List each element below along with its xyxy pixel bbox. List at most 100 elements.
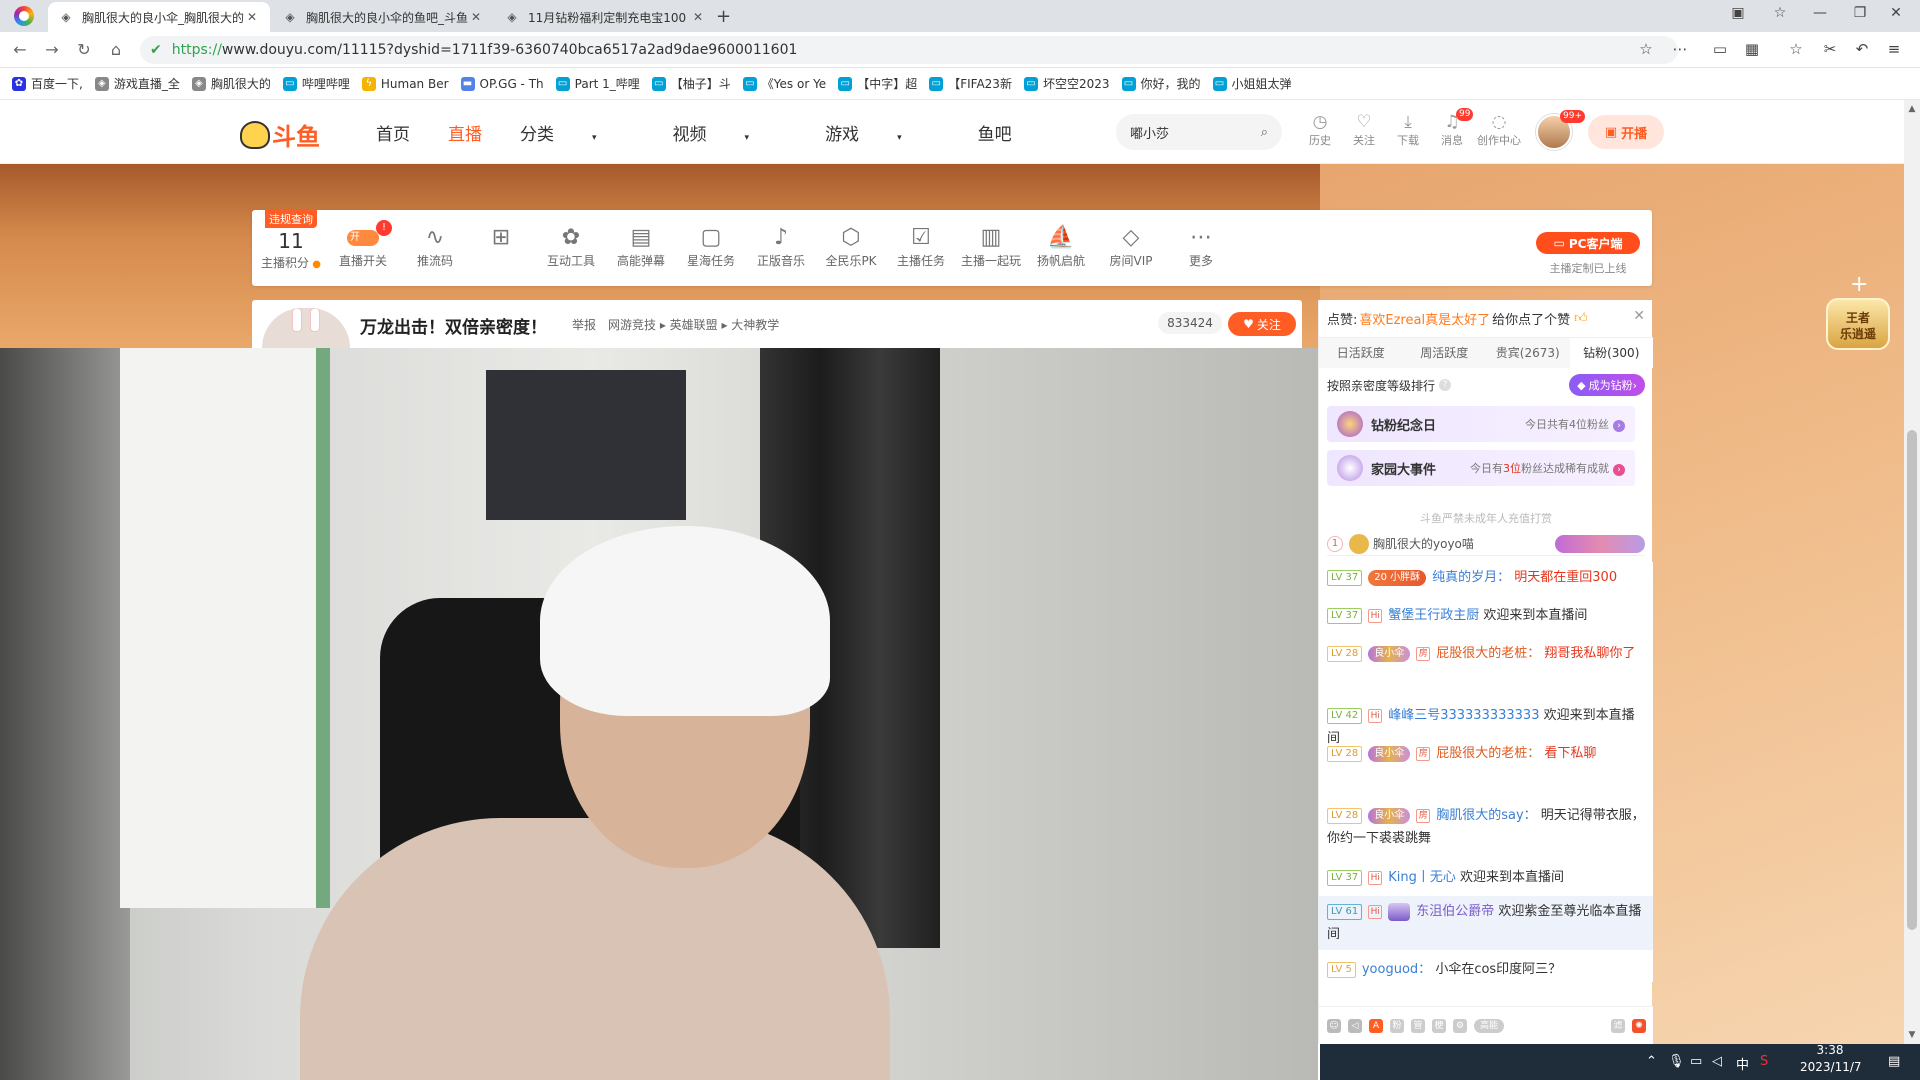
bookmark-item[interactable]: ◈ 胸肌很大的 <box>191 75 271 92</box>
new-tab-icon[interactable]: + <box>716 6 731 27</box>
chat-user-name[interactable]: 纯真的岁月： <box>1432 570 1510 585</box>
bookmark-item[interactable]: ◈ 游戏直播_全 <box>94 75 180 92</box>
microphone-icon[interactable]: 🎙︎ <box>1668 1054 1685 1069</box>
plus-icon[interactable]: + <box>1850 272 1868 297</box>
browser-tab-1[interactable]: ◈ 胸肌很大的良小伞_胸肌很大的 ✕ <box>48 2 270 32</box>
report-link[interactable]: 举报 <box>572 316 596 333</box>
nav-games[interactable]: 游戏 ▾ <box>825 120 940 145</box>
toolbar-item[interactable]: ▢ 星海任务 <box>676 224 746 269</box>
a-font-icon[interactable]: A <box>1369 1018 1383 1033</box>
system-clock[interactable]: 3:38 2023/11/7 <box>1800 1042 1862 1076</box>
follow-list-button[interactable]: ♡ 关注 <box>1346 112 1382 148</box>
live-video-player[interactable] <box>0 348 1318 1080</box>
home-icon[interactable]: ⌂ <box>106 40 126 59</box>
emoji-icon[interactable]: ☺ <box>1327 1018 1341 1033</box>
rank-row[interactable]: 1 胸肌很大的yoyo喵 <box>1327 532 1645 556</box>
page-scrollbar[interactable]: ▲ ▼ <box>1904 100 1920 1044</box>
toolbar-item[interactable]: ▥ 主播一起玩 <box>956 224 1026 269</box>
close-tab-icon[interactable]: ✕ <box>690 10 706 24</box>
high-energy-icon[interactable]: 高能 <box>1474 1018 1504 1033</box>
close-window-icon[interactable]: ✕ <box>1886 5 1906 21</box>
stamp-icon[interactable]: 梗 <box>1432 1018 1446 1033</box>
pin-icon[interactable]: ☆ <box>1770 5 1790 21</box>
search-input[interactable]: 嘟小莎 ⌕ <box>1116 114 1282 150</box>
become-fan-button[interactable]: ◆ 成为钻粉 › <box>1569 374 1645 396</box>
toolbar-item[interactable]: ∿ 推流码 <box>400 224 470 269</box>
tab-vip[interactable]: 贵宾(2673) <box>1486 338 1570 368</box>
settings-icon[interactable]: ⚙ <box>1453 1018 1467 1033</box>
toolbar-item[interactable]: ⋯ 更多 <box>1166 224 1236 269</box>
browser-tab-2[interactable]: ◈ 胸肌很大的良小伞的鱼吧_斗鱼 ✕ <box>272 2 494 32</box>
nav-video[interactable]: 视频 ▾ <box>673 120 788 145</box>
fire-icon[interactable]: ✺ <box>1632 1018 1646 1033</box>
chat-user-name[interactable]: 屁股很大的老桩： <box>1436 746 1540 761</box>
bookmark-item[interactable]: ✿ 百度一下, <box>12 75 83 92</box>
reload-icon[interactable]: ↻ <box>74 40 94 59</box>
live-switch[interactable]: 开 直播开关 ! <box>328 220 398 269</box>
undo-icon[interactable]: ↶ <box>1852 40 1872 58</box>
sidebar-icon[interactable]: ▭ <box>1710 40 1730 58</box>
chat-user-name[interactable]: 峰峰三号333333333333 <box>1388 708 1539 723</box>
bookmark-item[interactable]: ▭ 你好，我的 <box>1121 75 1201 92</box>
toolbar-item[interactable]: ☑ 主播任务 <box>886 224 956 269</box>
like-user[interactable]: 喜欢Ezreal真是太好了 <box>1359 309 1490 328</box>
tab-weekly[interactable]: 周活跃度 <box>1403 338 1487 368</box>
chat-user-name[interactable]: 胸肌很大的say： <box>1436 808 1536 823</box>
bookmark-item[interactable]: ▭ Part 1_哔哩 <box>555 75 640 92</box>
category-breadcrumb[interactable]: 网游竞技 ▸ 英雄联盟 ▸ 大神教学 <box>608 316 779 333</box>
browser-tab-3[interactable]: ◈ 11月钻粉福利定制充电宝100 ✕ <box>494 2 716 32</box>
chat-user-name[interactable]: 蟹堡王行政主厨 <box>1388 608 1479 623</box>
tab-count-icon[interactable]: ▣ <box>1728 5 1748 21</box>
toolbar-item[interactable]: ⊞ <box>466 224 536 252</box>
chevron-up-icon[interactable]: ⌃ <box>1646 1054 1657 1069</box>
bookmark-item[interactable]: ▭ 小姐姐太弹 <box>1212 75 1292 92</box>
fans-icon[interactable]: 粉 <box>1390 1018 1404 1033</box>
scroll-up-icon[interactable]: ▲ <box>1904 104 1920 114</box>
chat-user-name[interactable]: 屁股很大的老桩： <box>1436 646 1540 661</box>
history-button[interactable]: ◷ 历史 <box>1302 112 1338 148</box>
network-icon[interactable]: ▭ <box>1690 1054 1702 1069</box>
url-input[interactable]: ✔ https:// www.douyu.com/11115?dyshid=17… <box>140 36 1678 64</box>
bookmark-item[interactable]: ▭ 【柚子】斗 <box>651 75 731 92</box>
tools-icon[interactable]: ✂ <box>1820 40 1840 58</box>
search-icon[interactable]: ⌕ <box>1261 125 1268 140</box>
ime-indicator[interactable]: 中 <box>1736 1054 1749 1073</box>
tab-diamond-fans[interactable]: 钻粉(300) <box>1569 338 1653 368</box>
nav-live[interactable]: 直播 <box>448 120 482 145</box>
start-live-button[interactable]: ▣ 开播 <box>1588 115 1664 149</box>
streamer-avatar[interactable] <box>262 308 350 348</box>
toolbar-item[interactable]: ⬡ 全民乐PK <box>816 224 886 269</box>
close-icon[interactable]: ✕ <box>1633 308 1645 324</box>
diamond-anniversary-banner[interactable]: 钻粉纪念日 今日共有4位粉丝 › <box>1327 406 1635 442</box>
pc-client-button[interactable]: ▭ PC客户端 <box>1536 232 1640 254</box>
toolbar-item[interactable]: ▤ 高能弹幕 <box>606 224 676 269</box>
help-icon[interactable]: ? <box>1439 379 1452 391</box>
browser-logo-icon[interactable] <box>14 6 34 26</box>
user-avatar[interactable]: 99+ <box>1536 110 1585 150</box>
douyu-logo[interactable]: 斗鱼 <box>240 117 320 152</box>
anchor-score[interactable]: 违规查询 11 主播积分 ● <box>256 210 326 271</box>
volume-icon[interactable]: ◁ <box>1712 1054 1722 1069</box>
nav-category[interactable]: 分类 ▾ <box>520 120 635 145</box>
guard-icon[interactable]: 管 <box>1411 1018 1425 1033</box>
toolbar-item[interactable]: ✿ 互动工具 <box>536 224 606 269</box>
nav-home[interactable]: 首页 <box>376 120 410 145</box>
king-event-badge[interactable]: 王者 乐逍遥 <box>1826 298 1890 350</box>
follow-button[interactable]: ♥ 关注 <box>1228 312 1296 336</box>
bookmark-star-icon[interactable]: ☆ <box>1636 40 1656 58</box>
toolbar-item[interactable]: ♪ 正版音乐 <box>746 224 816 269</box>
bookmark-item[interactable]: ▬ OP.GG - Th <box>460 76 544 91</box>
chat-user-name[interactable]: 东沮伯公爵帝 <box>1416 904 1494 919</box>
forward-icon[interactable]: → <box>42 40 62 59</box>
favorites-icon[interactable]: ☆ <box>1786 40 1806 58</box>
close-tab-icon[interactable]: ✕ <box>244 10 260 24</box>
violation-query-tag[interactable]: 违规查询 <box>265 210 317 228</box>
bookmark-item[interactable]: ▭ 【中字】超 <box>838 75 917 92</box>
bookmark-item[interactable]: ▭ 【FIFA23新 <box>929 75 1012 92</box>
toolbar-item[interactable]: ◇ 房间VIP <box>1096 224 1166 269</box>
creator-center-button[interactable]: ◌ 创作中心 <box>1474 112 1524 148</box>
chat-user-name[interactable]: yooguod： <box>1362 962 1431 977</box>
tab-daily[interactable]: 日活跃度 <box>1319 338 1403 368</box>
toolbar-item[interactable]: ⛵ 扬帆启航 <box>1026 224 1096 269</box>
minimize-icon[interactable]: — <box>1810 5 1830 21</box>
